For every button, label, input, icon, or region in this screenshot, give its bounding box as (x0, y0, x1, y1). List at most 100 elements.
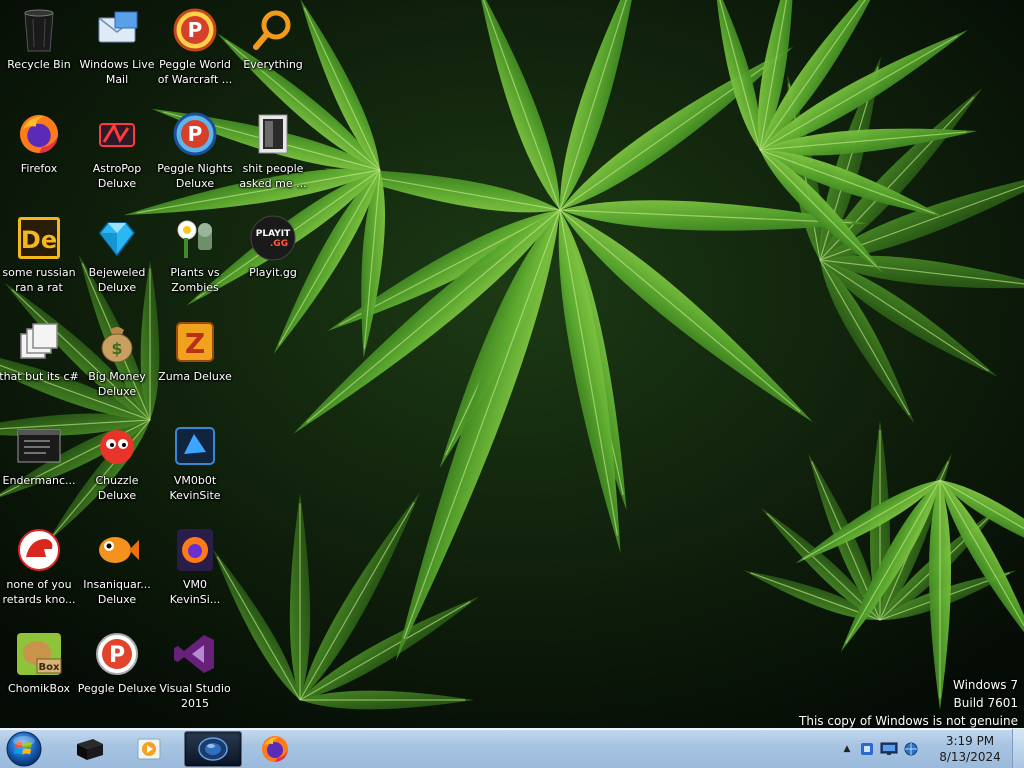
desktop-icon-label: Firefox (20, 162, 58, 175)
desktop-icon[interactable]: Visual Studio 2015 (156, 624, 234, 720)
mail-icon (93, 6, 141, 54)
desktop-icon[interactable]: P Peggle Nights Deluxe (156, 104, 234, 200)
show-hidden-icons-button[interactable]: ▲ (838, 740, 856, 758)
svg-text:P: P (109, 643, 125, 668)
taskbar-button-media-player[interactable] (120, 731, 178, 767)
desktop-icon[interactable]: P Peggle World of Warcraft ... (156, 0, 234, 96)
desktop-icon[interactable]: $ Big Money Deluxe (78, 312, 156, 408)
tray-volume-icon[interactable] (902, 740, 920, 758)
desktop-icon-label: Insaniquar... Deluxe (83, 578, 151, 606)
vm-app-icon (198, 737, 228, 761)
red-dino-icon (15, 526, 63, 574)
system-tray: ▲ 3:19 PM 8/13/2024 (824, 729, 1024, 768)
hamster-icon: Box (15, 630, 63, 678)
desktop-icon-label: Everything (243, 58, 303, 71)
taskbar-button-black-box[interactable] (60, 731, 118, 767)
desktop-icon[interactable]: VM0b0t KevinSite (156, 416, 234, 512)
desktop-icon[interactable]: PLAYIT .GG Playit.gg (234, 208, 312, 304)
desktop-icon[interactable]: Plants vs Zombies (156, 208, 234, 304)
start-button[interactable] (4, 730, 44, 768)
peggle-nights-icon: P (171, 110, 219, 158)
taskbar: ▲ 3:19 PM 8/13/2024 (0, 728, 1024, 768)
search-icon (249, 6, 297, 54)
desktop-icon[interactable]: Insaniquar... Deluxe (78, 520, 156, 616)
svg-text:.GG: .GG (270, 239, 288, 249)
desktop-icon-label: Plants vs Zombies (170, 266, 220, 294)
zuma-icon: Z (171, 318, 219, 366)
visual-studio-icon (171, 630, 219, 678)
desktop-icon-label: Zuma Deluxe (158, 370, 232, 383)
clock-time: 3:19 PM (945, 734, 995, 748)
firefox-icon (262, 736, 288, 762)
desktop-icon-label: VM0 KevinSi... (169, 578, 221, 606)
svg-text:P: P (188, 122, 203, 146)
chuzzle-icon (93, 422, 141, 470)
tray-network-icon[interactable] (880, 740, 898, 758)
desktop-icon-label: Bejeweled Deluxe (88, 266, 146, 294)
desktop-icon-label: Visual Studio 2015 (159, 682, 231, 710)
taskbar-clock[interactable]: 3:19 PM 8/13/2024 (934, 733, 1006, 765)
desktop-icon-grid: Recycle Bin Windows Live Mail P Peggle Worl… (0, 0, 1024, 728)
firefox-icon (15, 110, 63, 158)
taskbar-button-firefox[interactable] (246, 731, 304, 767)
desktop-icon-label: Chuzzle Deluxe (95, 474, 139, 502)
desktop-icon[interactable]: Bejeweled Deluxe (78, 208, 156, 304)
desktop-icon-label: that but its c# (0, 370, 79, 383)
plants-icon (171, 214, 219, 262)
desktop-icon[interactable]: Recycle Bin (0, 0, 78, 96)
taskbar-button-vm-app[interactable] (184, 731, 242, 767)
money-bag-icon: $ (93, 318, 141, 366)
desktop-icon-label: VM0b0t KevinSite (169, 474, 221, 502)
desktop-icon-label: Endermanc... (2, 474, 76, 487)
desktop-icon[interactable]: De some russian ran a rat (0, 208, 78, 304)
desktop-icon[interactable]: shit people asked me ... (234, 104, 312, 200)
show-desktop-button[interactable] (1012, 729, 1024, 768)
network-app-icon (861, 743, 873, 755)
desktop-icon-label: none of you retards kno... (2, 578, 76, 606)
desktop-icon[interactable]: Everything (234, 0, 312, 96)
firefox-purple-icon (171, 526, 219, 574)
windows-stack-icon (15, 318, 63, 366)
desktop-icon[interactable]: Firefox (0, 104, 78, 200)
console-icon (15, 422, 63, 470)
fish-icon (93, 526, 141, 574)
folder-icon (249, 110, 297, 158)
black-box-icon (77, 739, 103, 760)
watermark-build: Build 7601 (953, 696, 1018, 710)
desktop-icon-label: Peggle Nights Deluxe (157, 162, 233, 190)
peggle-icon: P (171, 6, 219, 54)
desktop-icon[interactable]: AstroPop Deluxe (78, 104, 156, 200)
desktop-icon-label: Peggle World of Warcraft ... (157, 58, 233, 86)
monitor-icon (880, 742, 898, 755)
desktop-icon[interactable]: Endermanc... (0, 416, 78, 512)
desktop-icon[interactable]: none of you retards kno... (0, 520, 78, 616)
watermark-os: Windows 7 (952, 678, 1018, 692)
desktop-icon-label: AstroPop Deluxe (92, 162, 142, 190)
playit-icon: PLAYIT .GG (249, 214, 297, 262)
media-player-icon (137, 738, 161, 760)
desktop-icon[interactable]: that but its c# (0, 312, 79, 408)
svg-text:Z: Z (185, 327, 205, 360)
desktop-icon-label: ChomikBox (8, 682, 70, 695)
desktop-icon-label: Windows Live Mail (79, 58, 155, 86)
desktop-icon[interactable]: Windows Live Mail (78, 0, 156, 96)
recycle-bin-icon (15, 6, 63, 54)
vm-icon (171, 422, 219, 470)
desktop-icon-label: Peggle Deluxe (77, 682, 157, 695)
desktop-icon[interactable]: Z Zuma Deluxe (156, 312, 234, 408)
desktop-icon[interactable]: Box ChomikBox (0, 624, 78, 720)
svg-text:P: P (188, 18, 203, 42)
desktop-icon-label: some russian ran a rat (2, 266, 76, 294)
astropop-icon (93, 110, 141, 158)
peggle-deluxe-icon: P (93, 630, 141, 678)
tray-app-icon[interactable] (858, 740, 876, 758)
desktop-icon[interactable]: Chuzzle Deluxe (78, 416, 156, 512)
desktop-icon[interactable]: P Peggle Deluxe (78, 624, 156, 720)
desktop-icon[interactable]: VM0 KevinSi... (156, 520, 234, 616)
desktop-icon-label: Playit.gg (249, 266, 297, 279)
clock-date: 8/13/2024 (939, 750, 1001, 764)
globe-network-icon (904, 742, 918, 756)
desktop-icon-label: shit people asked me ... (239, 162, 307, 190)
de-icon: De (15, 214, 63, 262)
genuine-watermark: Windows 7 Build 7601 This copy of Window… (799, 676, 1018, 730)
